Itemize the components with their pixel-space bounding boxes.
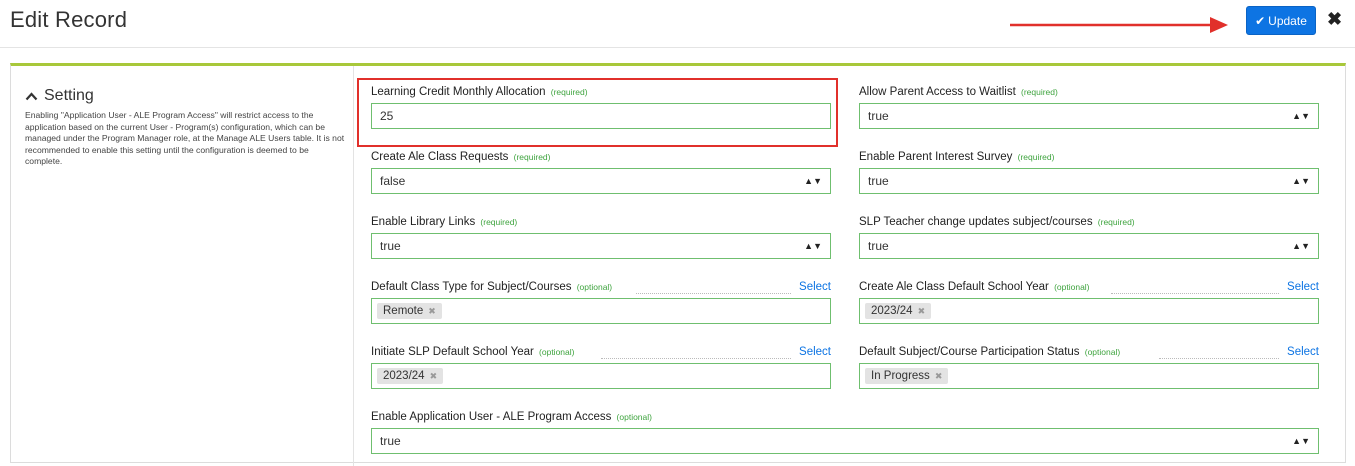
field-label: Create Ale Class Requests	[371, 151, 509, 163]
header-divider	[0, 47, 1355, 48]
field-label: Initiate SLP Default School Year	[371, 346, 534, 358]
field-label: SLP Teacher change updates subject/cours…	[859, 216, 1093, 228]
chip-label: 2023/24	[871, 305, 913, 317]
selected-chip: In Progress ✖	[865, 368, 949, 384]
field-label: Enable Parent Interest Survey	[859, 151, 1013, 163]
enable-parent-interest-select[interactable]: true ▲▼	[859, 168, 1319, 194]
dotted-leader	[601, 358, 791, 359]
selected-chip: 2023/24 ✖	[865, 303, 932, 319]
required-tag: (required)	[480, 217, 518, 227]
field-slp-teacher-change: SLP Teacher change updates subject/cours…	[859, 216, 1319, 261]
select-value: true	[868, 174, 889, 188]
optional-tag: (optional)	[1054, 282, 1090, 292]
select-value: true	[868, 109, 889, 123]
field-enable-app-user: Enable Application User - ALE Program Ac…	[371, 411, 1319, 456]
select-link[interactable]: Select	[799, 281, 831, 293]
field-label: Enable Library Links	[371, 216, 476, 228]
required-tag: (required)	[513, 152, 551, 162]
required-tag: (required)	[550, 87, 588, 97]
default-participation-multiselect[interactable]: In Progress ✖	[859, 363, 1319, 389]
sort-arrows-icon: ▲▼	[804, 241, 822, 251]
select-value: false	[380, 174, 406, 188]
selected-chip: 2023/24 ✖	[377, 368, 444, 384]
setting-description: Enabling "Application User - ALE Program…	[25, 110, 345, 166]
required-tag: (required)	[1017, 152, 1055, 162]
required-tag: (required)	[1097, 217, 1135, 227]
setting-toggle[interactable]: Setting	[25, 87, 94, 105]
select-value: true	[380, 239, 401, 253]
field-initiate-slp-year: Initiate SLP Default School Year (option…	[371, 346, 831, 391]
select-link[interactable]: Select	[1287, 281, 1319, 293]
chip-label: 2023/24	[383, 370, 425, 382]
create-ale-class-requests-select[interactable]: false ▲▼	[371, 168, 831, 194]
field-enable-library-links: Enable Library Links (required) true ▲▼	[371, 216, 831, 261]
field-create-ale-default-year: Create Ale Class Default School Year (op…	[859, 281, 1319, 326]
chip-label: Remote	[383, 305, 424, 317]
chevron-up-icon	[25, 91, 38, 100]
learning-credit-input[interactable]: 25	[371, 103, 831, 129]
settings-panel: Setting Enabling "Application User - ALE…	[10, 63, 1346, 466]
sort-arrows-icon: ▲▼	[1292, 436, 1310, 446]
sort-arrows-icon: ▲▼	[1292, 176, 1310, 186]
chip-label: In Progress	[871, 370, 930, 382]
field-default-participation: Default Subject/Course Participation Sta…	[859, 346, 1319, 391]
selected-chip: Remote ✖	[377, 303, 442, 319]
select-link[interactable]: Select	[1287, 346, 1319, 358]
page-title: Edit Record	[10, 7, 128, 32]
remove-icon[interactable]: ✖	[935, 371, 943, 382]
optional-tag: (optional)	[1084, 347, 1121, 357]
select-value: true	[380, 434, 401, 448]
dotted-leader	[1159, 358, 1279, 359]
field-label: Default Subject/Course Participation Sta…	[859, 346, 1080, 358]
optional-tag: (optional)	[616, 412, 652, 422]
field-create-ale-class-requests: Create Ale Class Requests (required) fal…	[371, 151, 831, 196]
field-enable-parent-interest: Enable Parent Interest Survey (required)…	[859, 151, 1319, 196]
panel-divider	[353, 66, 354, 466]
check-icon: ✔	[1255, 13, 1266, 28]
select-value: true	[868, 239, 889, 253]
optional-tag: (optional)	[539, 347, 575, 357]
select-link[interactable]: Select	[799, 346, 831, 358]
update-button-label: Update	[1268, 13, 1307, 28]
field-allow-parent-access: Allow Parent Access to Waitlist (require…	[859, 86, 1319, 131]
dotted-leader	[1111, 293, 1279, 294]
field-learning-credit: Learning Credit Monthly Allocation (requ…	[371, 86, 831, 131]
remove-icon[interactable]: ✖	[918, 306, 926, 317]
sort-arrows-icon: ▲▼	[1292, 111, 1310, 121]
optional-tag: (optional)	[576, 282, 613, 292]
close-icon[interactable]: ✖	[1327, 8, 1342, 30]
red-arrow-annotation	[1010, 17, 1228, 33]
sort-arrows-icon: ▲▼	[1292, 241, 1310, 251]
initiate-slp-year-multiselect[interactable]: 2023/24 ✖	[371, 363, 831, 389]
setting-heading: Setting	[44, 87, 94, 104]
field-label: Create Ale Class Default School Year	[859, 281, 1049, 293]
default-class-type-multiselect[interactable]: Remote ✖	[371, 298, 831, 324]
remove-icon[interactable]: ✖	[428, 306, 436, 317]
input-value: 25	[380, 109, 394, 123]
field-label: Enable Application User - ALE Program Ac…	[371, 411, 612, 423]
field-label: Default Class Type for Subject/Courses	[371, 281, 572, 293]
field-label: Learning Credit Monthly Allocation	[371, 86, 546, 98]
field-label: Allow Parent Access to Waitlist	[859, 86, 1016, 98]
sort-arrows-icon: ▲▼	[804, 176, 822, 186]
update-button[interactable]: ✔ Update	[1246, 6, 1316, 35]
field-default-class-type: Default Class Type for Subject/Courses (…	[371, 281, 831, 326]
enable-app-user-select[interactable]: true ▲▼	[371, 428, 1319, 454]
dotted-leader	[636, 293, 791, 294]
create-ale-default-year-multiselect[interactable]: 2023/24 ✖	[859, 298, 1319, 324]
allow-parent-access-select[interactable]: true ▲▼	[859, 103, 1319, 129]
slp-teacher-change-select[interactable]: true ▲▼	[859, 233, 1319, 259]
required-tag: (required)	[1021, 87, 1058, 97]
enable-library-links-select[interactable]: true ▲▼	[371, 233, 831, 259]
remove-icon[interactable]: ✖	[430, 371, 438, 382]
